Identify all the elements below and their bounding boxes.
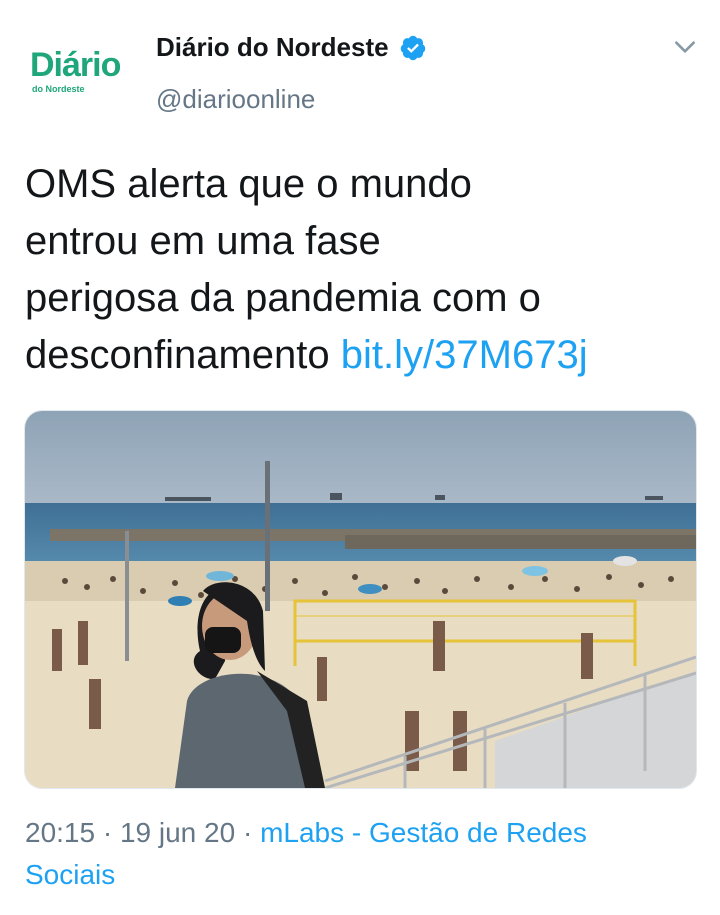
tweet-line: perigosa da pandemia com o xyxy=(25,276,541,320)
tweet-photo[interactable] xyxy=(24,410,697,789)
chevron-down-icon[interactable] xyxy=(672,34,698,60)
tweet-line: OMS alerta que o mundo xyxy=(25,162,472,206)
meta-separator: · xyxy=(235,817,261,848)
beach-photo xyxy=(25,411,696,788)
tweet-meta: 20:15 · 19 jun 20 · mLabs - Gestão de Re… xyxy=(25,812,695,896)
author-handle[interactable]: @diarioonline xyxy=(156,84,315,115)
tweet-date[interactable]: 19 jun 20 xyxy=(120,817,235,848)
verified-badge-icon xyxy=(400,35,425,60)
tweet-line-last: desconfinamento bit.ly/37M673j xyxy=(25,327,695,384)
tweet-link[interactable]: bit.ly/37M673j xyxy=(341,333,588,377)
tweet-source-line1: mLabs - Gestão de Redes xyxy=(260,817,587,848)
tweet-line: desconfinamento xyxy=(25,333,330,377)
avatar[interactable]: Diário do Nordeste xyxy=(22,40,132,110)
author-name-label: Diário do Nordeste xyxy=(156,32,389,62)
avatar-logo-subtext: do Nordeste xyxy=(32,84,85,94)
tweet-line: entrou em uma fase xyxy=(25,219,381,263)
tweet-text: OMS alerta que o mundo entrou em uma fas… xyxy=(25,156,695,384)
tweet-source-line2: Sociais xyxy=(25,859,116,890)
author-name[interactable]: Diário do Nordeste xyxy=(156,32,427,63)
meta-separator: · xyxy=(95,817,120,848)
tweet-time[interactable]: 20:15 xyxy=(25,817,95,848)
sky xyxy=(25,411,696,506)
avatar-logo-text: Diário xyxy=(30,46,121,84)
